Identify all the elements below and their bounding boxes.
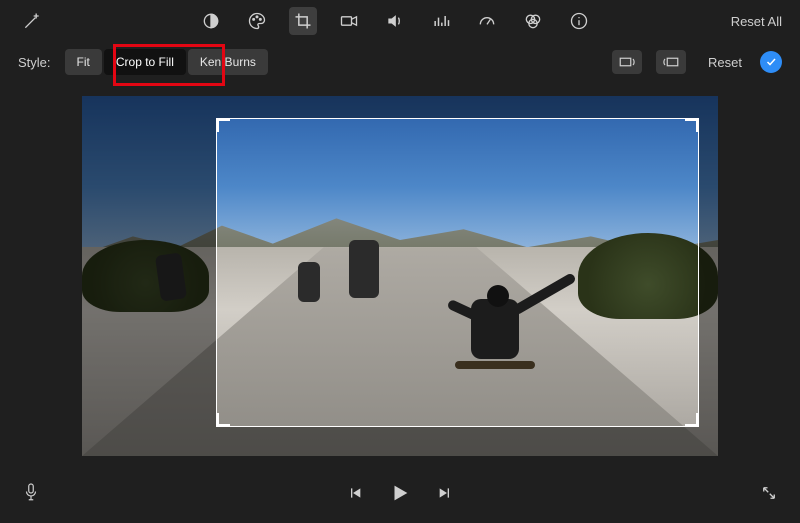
reset-all-button[interactable]: Reset All — [731, 14, 782, 29]
style-option-ken-burns[interactable]: Ken Burns — [188, 49, 268, 75]
rotate-cw-button[interactable] — [656, 50, 686, 74]
info-icon[interactable] — [565, 7, 593, 35]
volume-icon[interactable] — [381, 7, 409, 35]
crop-handle-br[interactable] — [683, 411, 699, 427]
style-option-crop-to-fill[interactable]: Crop to Fill — [104, 49, 186, 75]
color-balance-icon[interactable] — [519, 7, 547, 35]
contrast-icon[interactable] — [197, 7, 225, 35]
crop-handle-bl[interactable] — [216, 411, 232, 427]
adjustments-toolbar: Reset All — [0, 0, 800, 42]
crop-handle-tr[interactable] — [683, 118, 699, 134]
crop-rectangle[interactable] — [216, 118, 699, 428]
style-label: Style: — [18, 55, 51, 70]
microphone-icon[interactable] — [22, 482, 40, 504]
crop-dim-left — [82, 96, 216, 456]
crop-handle-tl[interactable] — [216, 118, 232, 134]
fullscreen-icon[interactable] — [760, 484, 778, 502]
speedometer-icon[interactable] — [473, 7, 501, 35]
equalizer-icon[interactable] — [427, 7, 455, 35]
color-palette-icon[interactable] — [243, 7, 271, 35]
rotate-ccw-button[interactable] — [612, 50, 642, 74]
apply-button[interactable] — [760, 51, 782, 73]
style-segmented-control: Fit Crop to Fill Ken Burns — [65, 49, 270, 75]
skip-forward-icon[interactable] — [437, 485, 453, 501]
crop-dim-top — [216, 96, 699, 118]
magic-wand-icon[interactable] — [18, 7, 46, 35]
reset-button[interactable]: Reset — [708, 55, 742, 70]
style-option-fit[interactable]: Fit — [65, 49, 102, 75]
crop-dim-bottom — [216, 427, 699, 456]
skip-back-icon[interactable] — [347, 485, 363, 501]
camera-icon[interactable] — [335, 7, 363, 35]
crop-icon[interactable] — [289, 7, 317, 35]
crop-dim-right — [699, 96, 718, 456]
video-preview[interactable] — [82, 96, 718, 456]
play-icon[interactable] — [389, 482, 411, 504]
playback-bar — [0, 473, 800, 513]
crop-style-bar: Style: Fit Crop to Fill Ken Burns Reset — [0, 42, 800, 82]
